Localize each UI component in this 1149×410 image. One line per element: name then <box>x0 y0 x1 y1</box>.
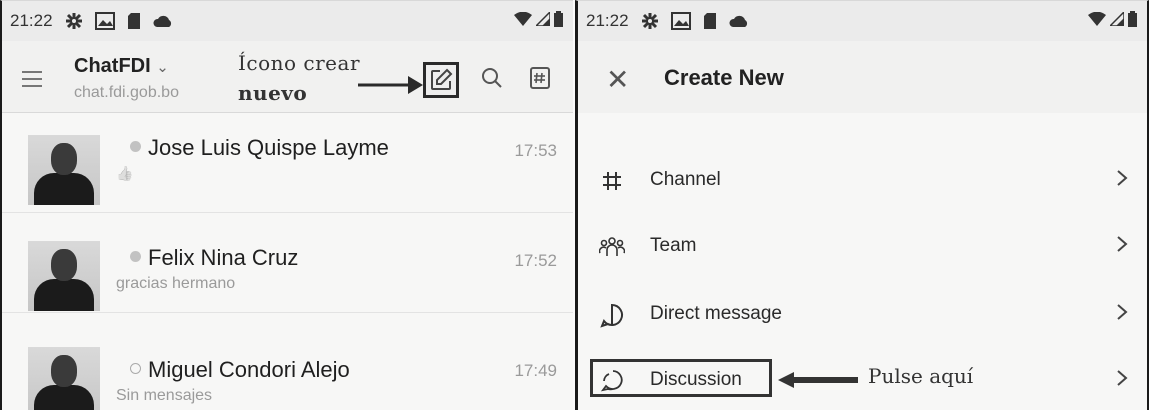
battery-icon <box>1128 11 1137 27</box>
cloud-icon <box>153 15 171 27</box>
search-icon <box>482 68 502 88</box>
chat-time: 17:53 <box>514 141 557 160</box>
annotation-arrow-icon <box>778 372 858 388</box>
wifi-icon <box>1088 12 1106 26</box>
annotation-create-label-2: nuevo <box>238 81 308 105</box>
cloud-icon <box>729 15 747 27</box>
chat-time: 17:49 <box>514 361 557 380</box>
chat-name: Jose Luis Quispe Layme <box>148 135 389 160</box>
status-time: 21:22 <box>10 11 53 30</box>
close-icon[interactable]: ✕ <box>606 63 629 96</box>
menu-item-discussion[interactable]: Discussion Pulse aquí <box>578 347 1147 410</box>
annotation-pulse-label: Pulse aquí <box>868 364 974 388</box>
direct-message-icon <box>598 301 626 329</box>
menu-item-label: Discussion <box>650 369 742 390</box>
status-offline-icon <box>130 363 141 374</box>
annotation-arrow-icon <box>358 76 423 94</box>
edit-icon <box>431 68 453 90</box>
menu-item-label: Team <box>650 235 697 256</box>
page-title: Create New <box>664 65 784 90</box>
workspace-name-text: ChatFDI <box>74 55 151 77</box>
status-bar: 21:22 <box>578 1 1147 41</box>
search-button[interactable] <box>478 64 506 92</box>
settings-icon <box>641 13 658 29</box>
avatar <box>28 347 100 410</box>
sd-card-icon <box>703 13 716 29</box>
menu-item-label: Direct message <box>650 303 782 324</box>
chevron-down-icon: ⌄ <box>156 59 169 76</box>
menu-item-direct-message[interactable]: Direct message <box>578 281 1147 347</box>
chat-preview: Sin mensajes <box>116 387 213 404</box>
workspace-name[interactable]: ChatFDI ⌄ <box>74 55 169 78</box>
chat-name: Miguel Condori Alejo <box>148 357 350 382</box>
hash-icon <box>598 167 626 195</box>
hamburger-menu-icon[interactable] <box>22 71 42 87</box>
create-new-screen: 21:22 ✕ Create New Channel Team Direct m… <box>575 0 1149 410</box>
status-time: 21:22 <box>586 11 629 30</box>
annotation-create-label: Ícono crear <box>238 51 361 75</box>
gallery-icon <box>94 12 115 30</box>
sd-card-icon <box>127 13 140 29</box>
chat-row[interactable]: Miguel Condori Alejo 17:49 Sin mensajes <box>2 313 573 410</box>
chat-name: Felix Nina Cruz <box>148 245 299 270</box>
directory-button[interactable] <box>526 64 554 92</box>
settings-icon <box>65 13 82 29</box>
chat-list-screen: 21:22 ChatFDI ⌄ chat.fdi.gob.bo Ícono cr… <box>0 0 573 410</box>
signal-icon <box>536 12 550 26</box>
discussion-icon <box>598 367 626 395</box>
create-new-button[interactable] <box>423 62 459 98</box>
chevron-right-icon <box>1117 170 1128 186</box>
chat-preview: 👍 <box>116 165 134 181</box>
gallery-icon <box>670 12 691 30</box>
menu-item-channel[interactable]: Channel <box>578 147 1147 213</box>
chevron-right-icon <box>1117 236 1128 252</box>
menu-item-label: Channel <box>650 169 721 190</box>
battery-icon <box>554 11 563 27</box>
chevron-right-icon <box>1117 370 1128 386</box>
chat-preview: gracias hermano <box>116 275 236 292</box>
wifi-icon <box>514 12 532 26</box>
avatar <box>28 241 100 311</box>
status-away-icon <box>130 251 141 262</box>
menu-item-team[interactable]: Team <box>578 213 1147 279</box>
workspace-url: chat.fdi.gob.bo <box>74 84 179 101</box>
signal-icon <box>1110 12 1124 26</box>
status-bar: 21:22 <box>2 1 573 41</box>
chat-row[interactable]: Jose Luis Quispe Layme 17:53 👍 <box>2 113 573 213</box>
avatar <box>28 135 100 205</box>
create-new-header: ✕ Create New <box>578 41 1147 113</box>
team-icon <box>598 233 626 261</box>
chat-time: 17:52 <box>514 251 557 270</box>
chevron-right-icon <box>1117 304 1128 320</box>
directory-icon <box>530 67 550 89</box>
status-away-icon <box>130 141 141 152</box>
chat-row[interactable]: Felix Nina Cruz 17:52 gracias hermano <box>2 213 573 313</box>
